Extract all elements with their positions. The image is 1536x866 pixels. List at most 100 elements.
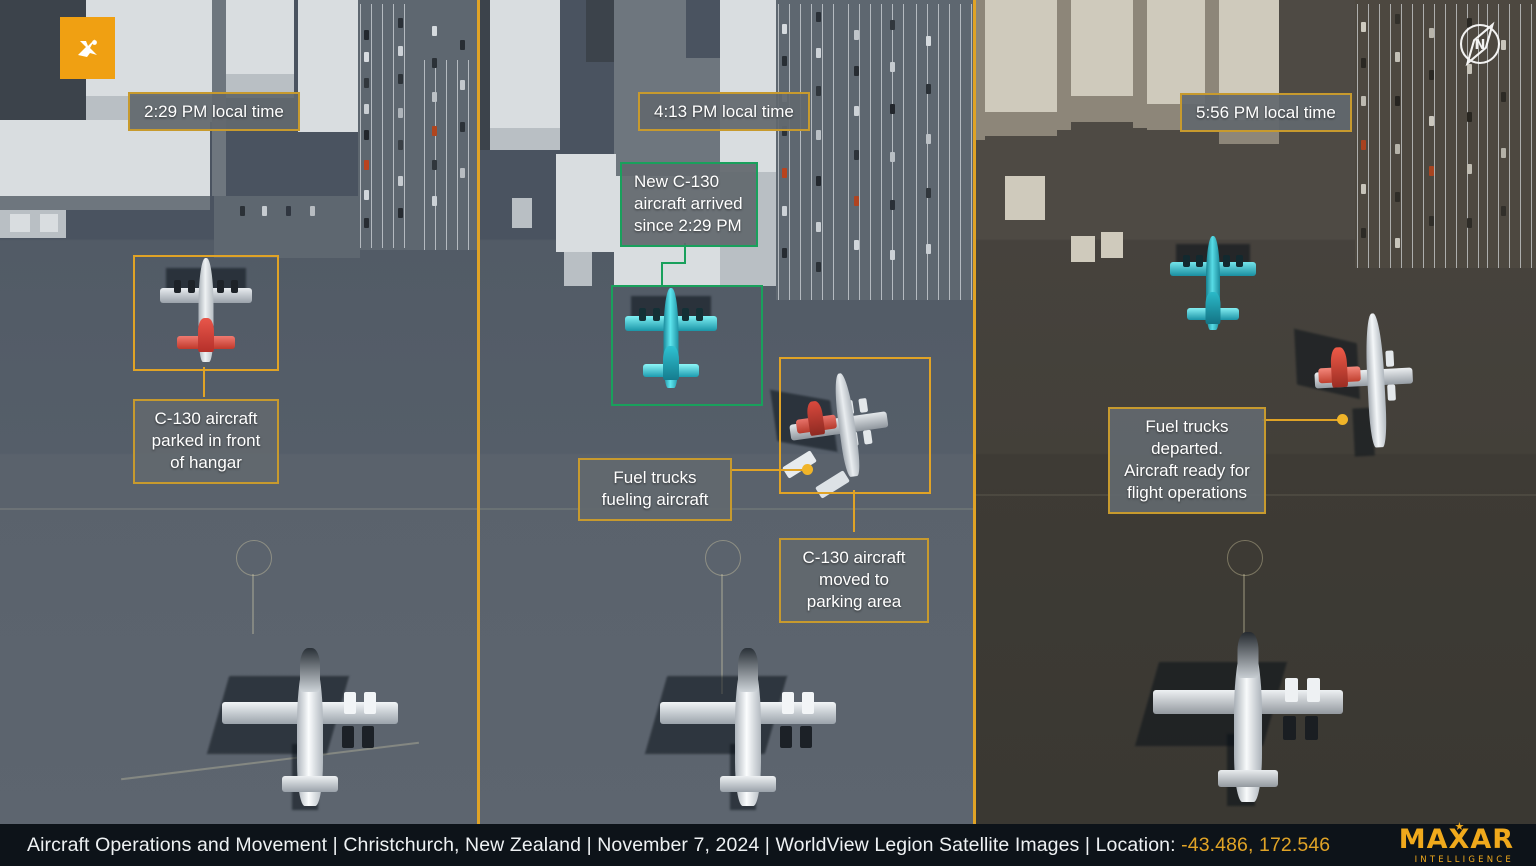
building-roof [1133,0,1147,128]
parked-car [854,196,859,206]
maxar-star-glyph: X ★ [1448,820,1471,855]
hangar-roof [0,120,210,196]
parked-car [1395,14,1400,24]
parked-car [890,20,895,30]
caption-bar: Aircraft Operations and Movement | Chris… [0,824,1536,866]
building-roof [40,214,58,232]
taxi-guideline [252,574,254,634]
parked-car [1429,28,1434,38]
building-roof [1071,236,1095,262]
parked-car [364,30,369,40]
taxi-guideline [705,540,741,576]
building-roof [586,0,614,62]
building-roof [488,0,560,128]
parked-car [782,56,787,66]
leader-line [730,469,804,471]
satellite-comparison-image: 2:29 PM local time 4:13 PM local time 5:… [0,0,1536,866]
north-compass-icon: N [1454,18,1506,70]
leader-line-green [661,262,663,286]
parked-car [926,84,931,94]
callout-c130-moved-parking: C-130 aircraft moved to parking area [779,538,929,624]
parked-car [364,160,369,170]
parked-car [1501,206,1506,216]
parked-car [1501,148,1506,158]
taxi-guideline [236,540,272,576]
parked-car [1429,116,1434,126]
parked-car [364,104,369,114]
parked-car [816,262,821,272]
building-roof [720,0,776,172]
building-roof [985,0,1057,112]
svg-text:N: N [1475,38,1486,53]
time-label-panel-2: 4:13 PM local time [638,92,810,131]
parked-car [1361,96,1366,106]
parked-car [1429,70,1434,80]
parked-car [364,218,369,228]
leader-line [203,367,205,397]
marker-dot-fuel-trucks [802,464,813,475]
parked-car [432,92,437,102]
parked-car [398,208,403,218]
parked-car [286,206,291,216]
parked-car [816,130,821,140]
parked-car [1361,228,1366,238]
building-roof [614,0,686,58]
parked-car [816,86,821,96]
leader-line [853,490,855,532]
parked-car [398,46,403,56]
parked-car [782,206,787,216]
parked-car [460,168,465,178]
parked-car [364,78,369,88]
parked-car [1467,112,1472,122]
maxar-tagline: INTELLIGENCE [1414,855,1514,865]
parked-car [890,104,895,114]
parked-car [890,250,895,260]
parked-car [432,26,437,36]
building-roof [1057,0,1071,130]
parked-car [1395,96,1400,106]
parked-car [816,12,821,22]
maxar-star-icon [77,39,97,57]
parked-car [926,36,931,46]
building-roof [226,0,294,74]
aircraft-large-transport [644,648,836,812]
highlight-box-c130-parked [133,255,279,371]
maxar-badge [60,17,115,79]
parked-car [1429,166,1434,176]
leader-line [1262,419,1340,421]
parked-car [1361,140,1366,150]
parked-car [854,66,859,76]
parked-car [364,190,369,200]
parked-car [782,168,787,178]
building-roof [985,112,1057,136]
building-roof [1101,232,1123,258]
parked-car [364,52,369,62]
building-roof [564,252,592,286]
callout-fuel-trucks-fueling: Fuel trucks fueling aircraft [578,458,732,522]
callout-new-c130-arrived: New C-130 aircraft arrived since 2:29 PM [620,162,758,248]
building-roof [10,214,30,232]
parked-car [432,196,437,206]
parked-car [1395,52,1400,62]
parked-car [816,176,821,186]
building-roof [1147,0,1205,104]
parked-car [854,30,859,40]
parked-car [782,248,787,258]
parking-stripes [916,4,974,300]
parked-car [890,200,895,210]
parked-car [364,130,369,140]
parking-stripes [360,4,412,248]
parked-car [1361,58,1366,68]
parking-stripes [424,60,478,250]
panel-divider [973,0,976,824]
panel-divider [477,0,480,824]
aircraft-c130-cyan [1170,236,1256,336]
callout-c130-parked: C-130 aircraft parked in front of hangar [133,399,279,485]
parked-car [1395,144,1400,154]
marker-dot-aircraft-ready [1337,414,1348,425]
parked-car [816,222,821,232]
parked-car [1467,218,1472,228]
parked-car [854,240,859,250]
caption-coordinates: -43.486, 172.546 [1181,833,1331,856]
time-label-panel-3: 5:56 PM local time [1180,93,1352,132]
